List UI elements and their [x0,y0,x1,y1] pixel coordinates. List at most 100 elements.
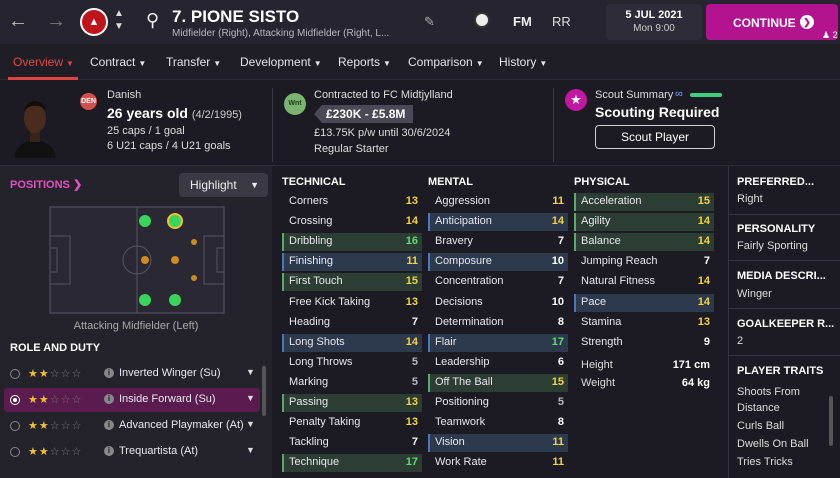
star-rating: ★★☆☆☆ [28,394,83,406]
attribute-row[interactable]: Bravery 7 [428,233,568,251]
attribute-row[interactable]: Crossing 14 [282,213,422,231]
radio-button[interactable] [10,447,20,457]
attribute-value: 13 [405,396,418,408]
radio-button[interactable] [10,369,20,379]
attribute-row[interactable]: Corners 13 [282,193,422,211]
date-display[interactable]: 5 JUL 2021 Mon 9:00 [606,4,702,40]
attribute-row[interactable]: Jumping Reach 7 [574,253,714,271]
height-label: Height [581,359,613,371]
attribute-row[interactable]: Stamina 13 [574,314,714,332]
chevron-down-icon[interactable]: ▼ [246,445,255,455]
chevron-down-icon[interactable]: ▼ [246,393,255,403]
info-icon[interactable]: i [104,420,114,430]
role-row[interactable]: ★★☆☆☆ i Inside Forward (Su) ▼ [4,388,260,412]
position-dot [139,215,151,227]
menu-history[interactable]: History ▼ [499,55,547,69]
attribute-row[interactable]: Determination 8 [428,314,568,332]
info-icon[interactable]: i [104,446,114,456]
trait-item: Distance [737,402,780,414]
info-icon[interactable]: i [104,368,114,378]
attribute-row[interactable]: Technique 17 [282,454,422,473]
menu-transfer[interactable]: Transfer ▼ [166,55,221,69]
media-description-value: Winger [737,288,772,300]
personality-value: Fairly Sporting [737,240,808,252]
attribute-row[interactable]: Free Kick Taking 13 [282,294,422,312]
attribute-row[interactable]: Finishing 11 [282,253,422,272]
attribute-row[interactable]: Off The Ball 15 [428,373,568,392]
attribute-value: 14 [697,235,710,248]
menu-overview[interactable]: Overview ▼ [13,55,74,69]
attribute-name: Balance [581,235,621,248]
role-row[interactable]: ★★☆☆☆ i Inverted Winger (Su) ▼ [4,362,260,386]
chevron-down-icon[interactable]: ▼ [246,367,255,377]
pencil-icon[interactable]: ✎ [424,14,435,30]
menu-reports[interactable]: Reports ▼ [338,55,391,69]
menu-contract[interactable]: Contract ▼ [90,55,146,69]
menu-development[interactable]: Development ▼ [240,55,322,69]
player-portrait [12,94,58,158]
attribute-value: 7 [703,255,710,268]
nationality: Danish [107,89,142,101]
attribute-row[interactable]: Strength 9 [574,334,714,352]
menu-comparison[interactable]: Comparison ▼ [408,55,484,69]
arrow-right-icon[interactable]: → [44,10,68,32]
attribute-row[interactable]: Pace 14 [574,293,714,312]
scout-player-button[interactable]: Scout Player [595,125,715,149]
attribute-row[interactable]: Work Rate 11 [428,454,568,472]
attribute-row[interactable]: Dribbling 16 [282,233,422,252]
attribute-row[interactable]: Flair 17 [428,333,568,352]
weight-value: 64 kg [681,377,710,389]
attribute-row[interactable]: Concentration 7 [428,273,568,291]
attribute-row[interactable]: Heading 7 [282,314,422,332]
attribute-row[interactable]: Vision 11 [428,434,568,453]
attribute-row[interactable]: Anticipation 14 [428,213,568,232]
player-switch-arrows[interactable]: ▲ ▼ [114,7,124,33]
attribute-row[interactable]: Marking 5 [282,374,422,392]
height-value: 171 cm [672,359,710,371]
attribute-name: Jumping Reach [581,255,658,268]
role-row[interactable]: ★★☆☆☆ i Advanced Playmaker (At) ▼ [4,414,260,438]
attribute-row[interactable]: Balance 14 [574,233,714,252]
info-icon[interactable]: i [104,394,114,404]
radio-button[interactable] [10,421,20,431]
roles-scrollbar[interactable] [262,366,266,416]
positions-title[interactable]: POSITIONS ❯ [10,178,82,191]
rr-button[interactable]: RR [552,14,571,29]
traits-scrollbar[interactable] [829,396,833,446]
trait-item: Tries Tricks [737,456,793,468]
search-icon[interactable]: ⚲ [146,10,159,31]
attribute-row[interactable]: Leadership 6 [428,354,568,372]
chevron-down-icon[interactable]: ▼ [246,419,255,429]
club-crest[interactable]: ▲ [80,8,108,36]
attribute-row[interactable]: Composure 10 [428,253,568,272]
attribute-row[interactable]: Acceleration 15 [574,193,714,211]
preferred-foot-value: Right [737,193,763,205]
attribute-row[interactable]: Natural Fitness 14 [574,273,714,291]
attribute-row[interactable]: Positioning 5 [428,394,568,412]
attribute-name: Crossing [289,215,333,228]
role-row[interactable]: ★★☆☆☆ i Trequartista (At) ▼ [4,440,260,464]
attribute-row[interactable]: Decisions 10 [428,294,568,312]
fm-button[interactable]: FM [513,14,532,29]
arrow-left-icon[interactable]: ← [6,10,30,32]
football-icon[interactable] [474,12,490,28]
attribute-row[interactable]: Teamwork 8 [428,414,568,432]
chevron-down-icon: ▼ [138,59,147,68]
attribute-row[interactable]: Tackling 7 [282,434,422,452]
attribute-row[interactable]: First Touch 15 [282,273,422,292]
attribute-row[interactable]: Long Shots 14 [282,333,422,352]
attribute-row[interactable]: Penalty Taking 13 [282,414,422,432]
attribute-row[interactable]: Aggression 11 [428,193,568,211]
attribute-value: 11 [552,195,564,207]
u21-caps: 6 U21 caps / 4 U21 goals [107,140,231,152]
attribute-row[interactable]: Agility 14 [574,213,714,232]
attribute-row[interactable]: Long Throws 5 [282,354,422,372]
contract-club[interactable]: Contracted to FC Midtjylland [314,89,453,101]
radio-button[interactable] [10,395,20,405]
role-duty-title: ROLE AND DUTY [10,342,101,354]
highlight-dropdown[interactable]: Highlight ▼ [179,173,268,197]
top-bar: ← → ▲ ▲ ▼ ⚲ 7. PIONE SISTO Midfielder (Ri… [0,0,840,44]
continue-button[interactable]: CONTINUE ❯ ♟ 2 [706,4,838,40]
attribute-name: Long Shots [289,335,345,348]
attribute-row[interactable]: Passing 13 [282,394,422,412]
